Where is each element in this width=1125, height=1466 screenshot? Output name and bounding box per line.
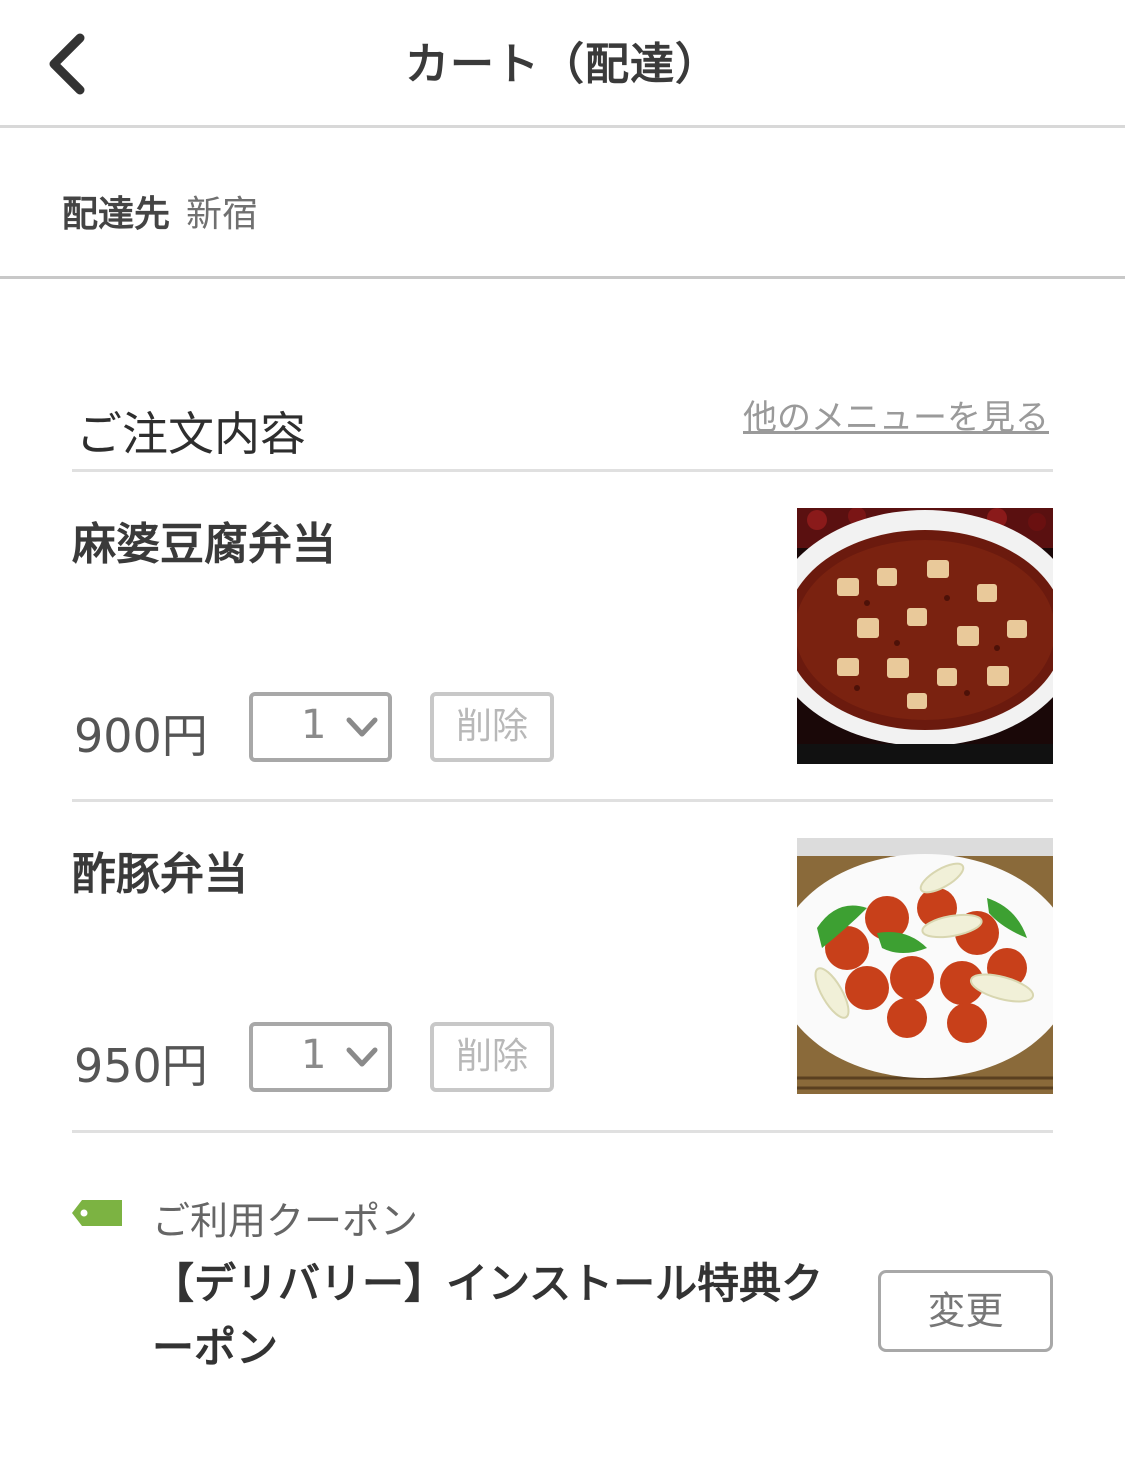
mapo-tofu-photo [797, 508, 1053, 764]
change-coupon-button[interactable]: 変更 [878, 1270, 1053, 1352]
coupon-tag-icon [72, 1200, 122, 1226]
header-bar: カート（配達） [0, 0, 1125, 128]
delete-button[interactable]: 削除 [430, 1022, 554, 1092]
section-title: ご注文内容 [76, 407, 306, 461]
divider [72, 469, 1053, 472]
chevron-down-icon [346, 717, 378, 737]
sweet-and-sour-pork-photo [797, 838, 1053, 1094]
divider [72, 799, 1053, 802]
item-price: 900円 [74, 709, 208, 763]
coupon-label: ご利用クーポン [152, 1199, 419, 1243]
page-title: カート（配達） [405, 39, 720, 90]
quantity-value: 1 [301, 702, 327, 748]
coupon-name: 【デリバリー】インストール特典クーポン [152, 1259, 824, 1372]
more-menu-link[interactable]: 他のメニューを見る [743, 390, 1049, 439]
delivery-value: 新宿 [186, 194, 259, 235]
quantity-value: 1 [301, 1032, 327, 1078]
item-name: 酢豚弁当 [72, 849, 248, 900]
delete-button[interactable]: 削除 [430, 692, 554, 762]
quantity-select[interactable]: 1 [249, 1022, 392, 1092]
delivery-destination[interactable]: 配達先 新宿 [0, 131, 1125, 279]
delivery-label: 配達先 [62, 194, 171, 235]
item-name: 麻婆豆腐弁当 [72, 519, 336, 570]
divider [72, 1130, 1053, 1133]
item-price: 950円 [74, 1039, 208, 1093]
quantity-select[interactable]: 1 [249, 692, 392, 762]
chevron-down-icon [346, 1047, 378, 1067]
